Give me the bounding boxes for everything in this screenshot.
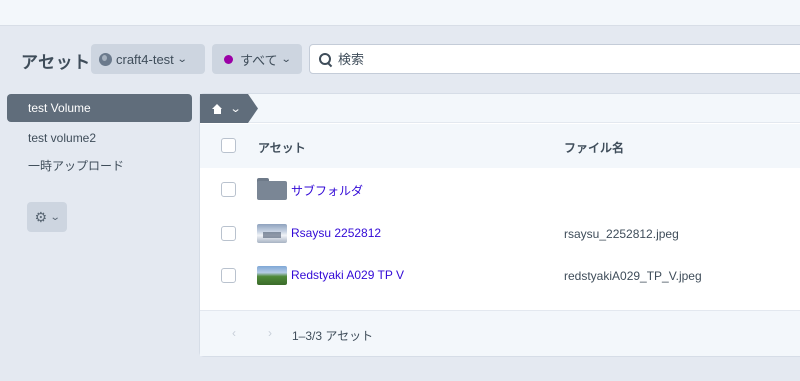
asset-name[interactable]: サブフォルダ xyxy=(291,182,363,199)
search-box[interactable] xyxy=(309,44,800,74)
asset-filename: redstyakiA029_TP_V.jpeg xyxy=(564,269,702,283)
select-all-checkbox[interactable] xyxy=(221,138,236,153)
next-page-button[interactable]: › xyxy=(268,326,272,340)
row-checkbox[interactable] xyxy=(221,268,236,283)
chevron-down-icon: ⌄ xyxy=(229,103,242,115)
table-header: アセット ファイル名 xyxy=(200,124,800,168)
table-row[interactable]: Redstyaki A029 TP V redstyakiA029_TP_V.j… xyxy=(200,254,800,298)
home-icon xyxy=(212,103,223,114)
row-checkbox[interactable] xyxy=(221,182,236,197)
gear-icon: ⚙ xyxy=(34,208,48,225)
asset-panel: ⌄ アセット ファイル名 サブフォルダ Rsaysu 2252812 rsays… xyxy=(200,94,800,356)
sidebar-item-test-volume[interactable]: test Volume xyxy=(7,94,192,122)
status-label: すべて xyxy=(240,52,278,68)
globe-icon xyxy=(99,52,112,66)
table-row[interactable]: サブフォルダ xyxy=(200,168,800,212)
site-label: craft4-test xyxy=(116,51,174,67)
prev-page-button[interactable]: ‹ xyxy=(232,326,236,340)
column-header-asset[interactable]: アセット xyxy=(258,139,306,156)
sidebar-settings-button[interactable]: ⚙ ⌄ xyxy=(27,202,67,232)
header: アセット craft4-test ⌄ すべて ⌄ xyxy=(0,40,800,80)
asset-name[interactable]: Rsaysu 2252812 xyxy=(291,226,381,240)
asset-count: 1–3/3 アセット xyxy=(292,329,374,343)
row-checkbox[interactable] xyxy=(221,226,236,241)
breadcrumb: ⌄ xyxy=(200,94,800,123)
asset-filename: rsaysu_2252812.jpeg xyxy=(564,227,679,241)
table-row[interactable]: Rsaysu 2252812 rsaysu_2252812.jpeg xyxy=(200,212,800,256)
status-dot-icon xyxy=(224,54,233,64)
chevron-down-icon: ⌄ xyxy=(49,211,61,223)
sidebar-item-test-volume2[interactable]: test volume2 xyxy=(7,124,192,152)
image-thumbnail xyxy=(257,266,287,285)
search-input[interactable] xyxy=(338,51,778,67)
column-header-filename[interactable]: ファイル名 xyxy=(564,139,624,156)
sidebar-item-temp-uploads[interactable]: 一時アップロード xyxy=(7,152,192,180)
breadcrumb-home[interactable]: ⌄ xyxy=(200,94,258,123)
status-menu-button[interactable]: すべて ⌄ xyxy=(212,44,302,74)
chevron-down-icon: ⌄ xyxy=(280,53,292,65)
folder-icon xyxy=(257,178,287,200)
site-menu-button[interactable]: craft4-test ⌄ xyxy=(91,44,205,74)
top-bar xyxy=(0,0,800,26)
search-icon xyxy=(318,52,332,66)
page-title: アセット xyxy=(21,53,91,72)
asset-name[interactable]: Redstyaki A029 TP V xyxy=(291,268,404,282)
image-thumbnail xyxy=(257,224,287,243)
chevron-down-icon: ⌄ xyxy=(176,53,188,65)
pagination-footer: ‹ › 1–3/3 アセット xyxy=(200,310,800,356)
